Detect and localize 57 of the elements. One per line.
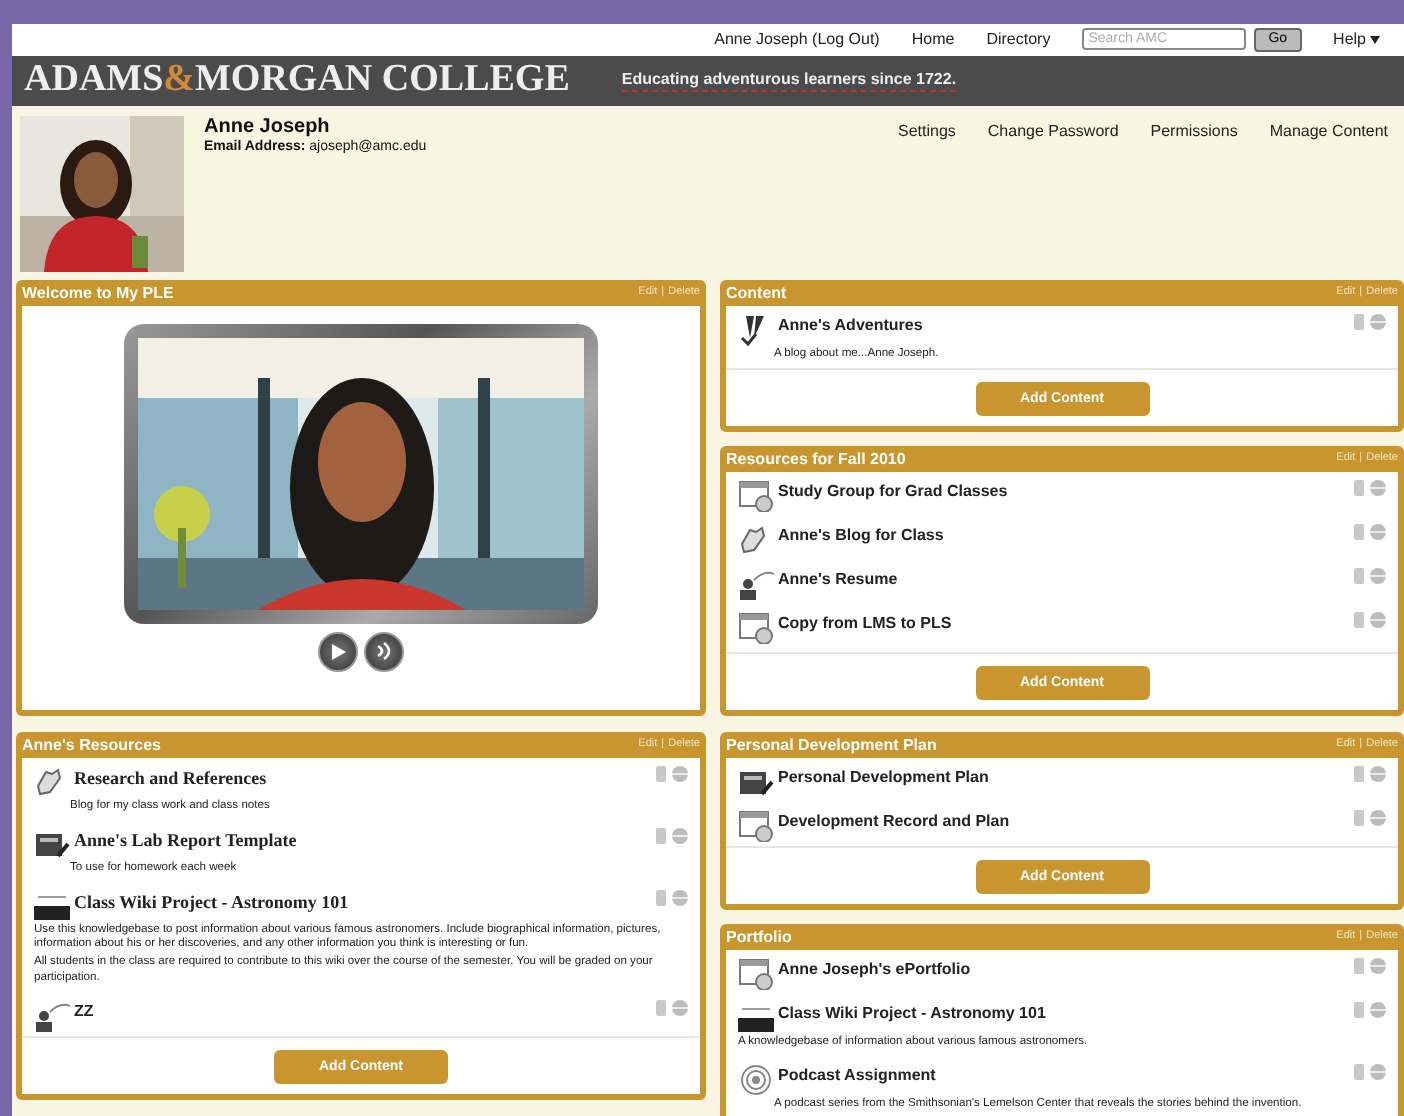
caret-icon (1370, 35, 1380, 44)
item-title[interactable]: Development Record and Plan (778, 809, 1350, 830)
panel-title: Welcome to My PLE (22, 285, 174, 302)
panel-title: Personal Development Plan (726, 737, 937, 754)
item-title[interactable]: Copy from LMS to PLS (778, 611, 1350, 632)
play-icon (330, 643, 346, 660)
window-icon (738, 957, 774, 990)
window-icon (738, 809, 774, 842)
trash-icon[interactable] (1354, 1063, 1364, 1080)
sound-icon (375, 642, 393, 661)
window-icon (738, 611, 774, 644)
person-icon (34, 999, 70, 1032)
podcast-icon (738, 1063, 774, 1096)
panel-title: Anne's Resources (22, 737, 161, 754)
trash-icon[interactable] (1354, 809, 1364, 826)
trash-icon[interactable] (1354, 479, 1364, 496)
panel-title: Content (726, 285, 787, 302)
trash-icon[interactable] (1354, 523, 1364, 540)
person-icon (738, 567, 774, 600)
profile-link[interactable]: Change Password (987, 121, 1119, 280)
tagline: Educating adventurous learners since 1722. (621, 69, 957, 92)
nav-link[interactable]: Directory (986, 30, 1051, 49)
trash-icon[interactable] (1354, 957, 1364, 974)
profile-link[interactable]: Manage Content (1269, 121, 1388, 280)
trash-icon[interactable] (656, 999, 666, 1016)
item-title[interactable]: Anne Joseph's ePortfolio (778, 957, 1350, 978)
nav-link[interactable]: Home (911, 30, 955, 49)
item-title[interactable]: Research and References (74, 765, 652, 788)
college-logo: ADAMS&MORGAN COLLEGE (24, 58, 570, 103)
nav-link[interactable]: Anne Joseph (Log Out) (714, 30, 880, 49)
panel-title: Portfolio (726, 929, 792, 946)
trash-icon[interactable] (1354, 567, 1364, 584)
item-title[interactable]: ZZ (74, 999, 652, 1020)
item-title[interactable]: Anne's Resume (778, 567, 1350, 588)
item-title[interactable]: Podcast Assignment (778, 1063, 1350, 1084)
item-title[interactable]: Class Wiki Project - Astronomy 101 (74, 889, 652, 912)
item-title[interactable]: Anne's Lab Report Template (74, 827, 652, 850)
trash-icon[interactable] (1354, 1001, 1364, 1018)
trash-icon[interactable] (1354, 313, 1364, 330)
help-menu[interactable]: Help (1333, 30, 1380, 49)
user-name: Anne Joseph (204, 115, 332, 138)
play-button[interactable] (318, 631, 358, 672)
item-title[interactable]: Anne's Blog for Class (778, 523, 1350, 544)
profile-link[interactable]: Settings (897, 121, 956, 280)
trash-icon[interactable] (1354, 611, 1364, 628)
trash-icon[interactable] (656, 765, 666, 782)
item-title[interactable]: Class Wiki Project - Astronomy 101 (778, 1001, 1350, 1022)
profile-link[interactable]: Permissions (1150, 121, 1238, 280)
item-title[interactable]: Study Group for Grad Classes (778, 479, 1350, 500)
item-title[interactable]: Anne's Adventures (778, 313, 1350, 334)
item-title[interactable]: Personal Development Plan (778, 765, 1350, 786)
audio-button[interactable] (364, 631, 404, 672)
trash-icon[interactable] (1354, 765, 1364, 782)
trash-icon[interactable] (656, 827, 666, 844)
panel-title: Resources for Fall 2010 (726, 451, 906, 468)
window-icon (738, 479, 774, 512)
trash-icon[interactable] (656, 889, 666, 906)
